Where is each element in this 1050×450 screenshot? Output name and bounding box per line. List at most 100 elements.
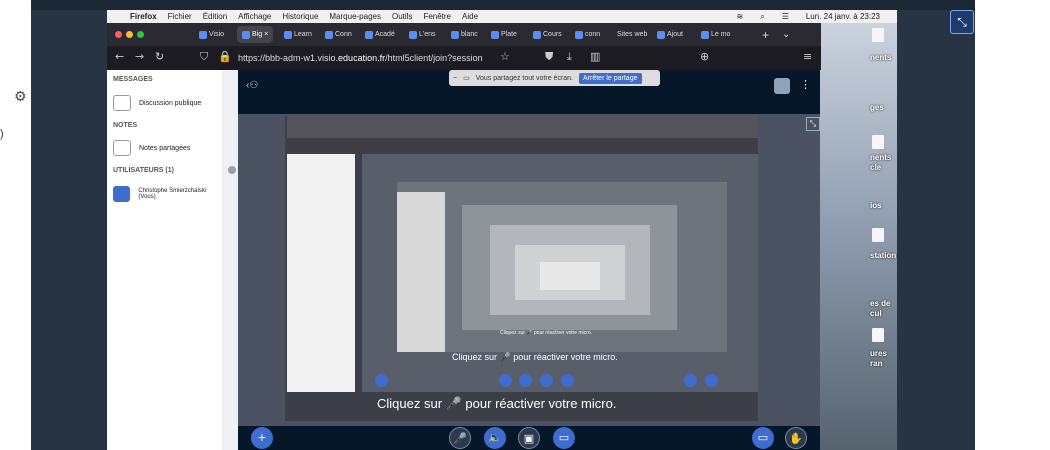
desktop-file-icon[interactable] xyxy=(872,135,884,149)
shield-icon[interactable]: ⛉ xyxy=(200,50,208,64)
pocket-icon[interactable]: ⛊ xyxy=(545,50,553,64)
wifi-icon[interactable]: ≋ xyxy=(737,12,744,21)
browser-tab[interactable]: Ajout xyxy=(657,26,683,43)
forward-icon[interactable]: → xyxy=(135,50,144,63)
control-center-icon[interactable]: ☰ xyxy=(782,12,789,21)
browser-tab[interactable]: Le mo xyxy=(701,26,730,43)
menu-outils[interactable]: Outils xyxy=(392,12,412,21)
menu-marque-pages[interactable]: Marque-pages xyxy=(329,12,381,21)
presentation-button[interactable]: ▭ xyxy=(752,427,774,449)
shared-notes-item[interactable]: Notes partagées xyxy=(113,140,190,156)
minimize-icon[interactable]: − xyxy=(453,75,457,82)
public-chat-label: Discussion publique xyxy=(139,99,202,107)
menu-fenetre[interactable]: Fenêtre xyxy=(423,12,451,21)
reload-icon[interactable]: ↻ xyxy=(155,50,164,63)
stats-icon[interactable] xyxy=(774,78,790,94)
desktop-label: cul xyxy=(870,309,882,318)
download-icon[interactable]: ⤓ xyxy=(567,50,572,64)
url-bar[interactable]: https://bbb-adm-w1.visio. education.fr/ht… xyxy=(238,48,498,67)
mute-mic-button[interactable]: 🎤 xyxy=(449,427,471,449)
avatar xyxy=(113,186,131,202)
desktop-label: nents xyxy=(870,53,892,62)
desktop-label: ges xyxy=(870,103,884,112)
nested-raise-hand-button xyxy=(705,374,718,387)
raise-hand-button[interactable]: ✋ xyxy=(785,427,807,449)
messages-title: MESSAGES xyxy=(113,76,153,83)
minimize-window-button[interactable] xyxy=(126,31,133,38)
audio-button[interactable]: 🔈 xyxy=(484,427,506,449)
add-action-button[interactable]: + xyxy=(251,427,273,449)
menu-edition[interactable]: Édition xyxy=(203,12,227,21)
desktop-label: ios xyxy=(870,201,882,210)
desktop-label: cle xyxy=(870,163,882,172)
chevron-down-icon[interactable]: ⌄ xyxy=(782,26,790,43)
browser-tab[interactable]: conn xyxy=(575,26,600,43)
close-window-button[interactable] xyxy=(115,31,122,38)
options-icon[interactable]: ⋮ xyxy=(800,78,811,91)
nested-presentation-button xyxy=(684,374,697,387)
nested-audio-button xyxy=(519,374,532,387)
users-title: UTILISATEURS (1) xyxy=(113,167,174,174)
fullscreen-icon[interactable]: ⤡ xyxy=(806,117,820,131)
browser-tab[interactable]: Cours xyxy=(533,26,562,43)
desktop-file-icon[interactable] xyxy=(872,28,884,42)
screenshare-button[interactable]: ▭ xyxy=(553,427,575,449)
action-bar: + 🎤 🔈 ▣ ▭ ▭ ✋ xyxy=(238,426,820,450)
bookmark-star-icon[interactable]: ☆ xyxy=(500,50,510,63)
browser-tab[interactable]: Visio xyxy=(199,26,224,43)
browser-tab-bar: Visio Big × Learn Conn Acadé L'ens blanc … xyxy=(107,23,821,46)
nested-screen-level-6 xyxy=(540,262,600,290)
bbb-sidebar: MESSAGES Discussion publique NOTES Notes… xyxy=(107,70,222,450)
screen-icon: ▭ xyxy=(463,75,470,82)
nested-tab-bar xyxy=(287,116,758,138)
browser-tab[interactable]: Learn xyxy=(284,26,312,43)
new-tab-icon[interactable]: + xyxy=(762,26,769,43)
desktop-file-icon[interactable] xyxy=(872,228,884,242)
browser-tab-active[interactable]: Big × xyxy=(237,26,274,43)
public-chat-item[interactable]: Discussion publique xyxy=(113,95,201,111)
desktop-file-icon[interactable] xyxy=(872,328,884,342)
panel-divider[interactable] xyxy=(222,70,238,450)
nested-camera-button xyxy=(540,374,553,387)
stop-sharing-button[interactable]: Arrêter le partage xyxy=(579,72,642,84)
user-list-item[interactable]: Christophe Smierzchalski (Vous) xyxy=(113,186,222,202)
user-list-toggle-icon[interactable]: ‹⚇ xyxy=(246,80,258,91)
nested-nav-bar xyxy=(287,138,758,154)
browser-tab[interactable]: Plate xyxy=(491,26,517,43)
lock-icon[interactable]: 🔒 xyxy=(218,50,232,63)
resize-handle[interactable] xyxy=(228,166,236,174)
zoom-window-button[interactable] xyxy=(137,31,144,38)
outer-clipped-text: ) xyxy=(0,128,4,140)
screenshare-notification: − ▭ Vous partagez tout votre écran. Arrê… xyxy=(449,70,660,86)
browser-tab[interactable]: Sites web xyxy=(617,26,647,43)
nested-sidebar-level-2 xyxy=(397,192,445,352)
browser-tab[interactable]: blanc xyxy=(451,26,478,43)
browser-tab[interactable]: L'ens xyxy=(409,26,436,43)
desktop-label: es de xyxy=(870,299,891,308)
camera-button[interactable]: ▣ xyxy=(518,427,540,449)
library-icon[interactable]: ▥ xyxy=(590,50,600,63)
search-icon[interactable]: ⌕ xyxy=(760,12,764,22)
menu-fichier[interactable]: Fichier xyxy=(168,12,192,21)
extension-icon[interactable]: ⊕ xyxy=(700,50,709,63)
hamburger-menu-icon[interactable]: ≡ xyxy=(803,50,812,63)
mic-notice-nested: Cliquez sur 🎤 pour réactiver votre micro… xyxy=(452,352,618,362)
menu-aide[interactable]: Aide xyxy=(462,12,478,21)
url-suffix: /html5client/join?session xyxy=(385,52,483,63)
back-icon[interactable]: ← xyxy=(115,50,124,63)
menu-datetime[interactable]: Lun. 24 janv. à 23:23 xyxy=(806,12,880,21)
notes-title: NOTES xyxy=(113,122,138,129)
gear-icon[interactable]: ⚙ xyxy=(14,89,30,105)
menu-historique[interactable]: Historique xyxy=(282,12,318,21)
menu-app-name[interactable]: Firefox xyxy=(130,12,157,21)
browser-tab[interactable]: Acadé xyxy=(365,26,395,43)
notes-icon xyxy=(113,140,131,156)
desktop-background: nents ges nents cle ios station es de cu… xyxy=(820,23,897,450)
mic-notice: Cliquez sur 🎤 pour réactiver votre micro… xyxy=(377,396,617,411)
desktop-label: station xyxy=(870,251,897,260)
menu-affichage[interactable]: Affichage xyxy=(238,12,271,21)
fullscreen-exit-icon[interactable]: ⤡ xyxy=(950,10,974,34)
browser-tab[interactable]: Conn xyxy=(325,26,352,43)
url-domain: education.fr xyxy=(338,52,386,63)
mac-menu-bar: Firefox Fichier Édition Affichage Histor… xyxy=(107,10,897,23)
